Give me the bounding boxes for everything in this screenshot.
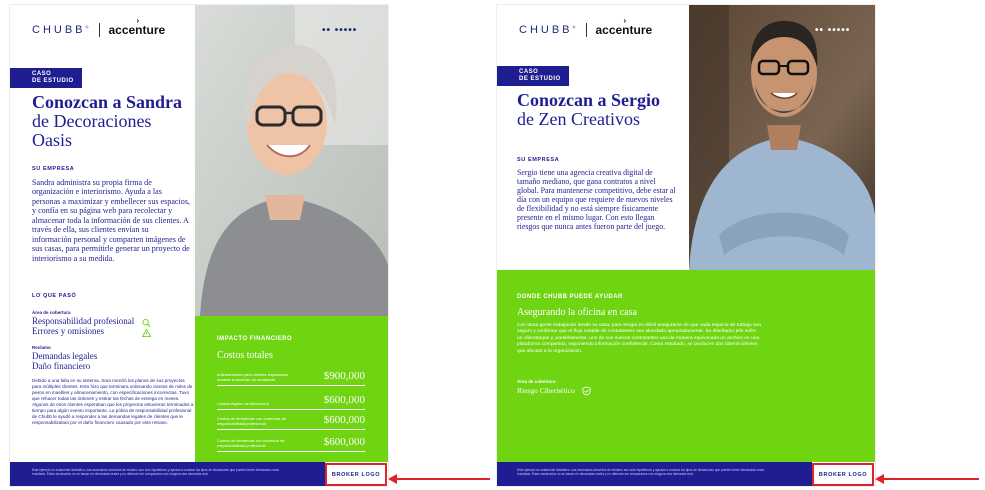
what-happened-heading: LO QUE PASÓ <box>32 293 77 299</box>
disclaimer-text: Este ejemplo es solamente ilustrativo, s… <box>32 468 280 477</box>
total-costs-heading: Costos totales <box>217 350 273 361</box>
shield-check-icon <box>582 386 591 396</box>
financial-impact-heading: IMPACTO FINANCIERO <box>217 336 293 342</box>
case-study-badge: CASO DE ESTUDIO <box>497 66 569 86</box>
case-study-page-sandra: CHUBB® › accenture •• ••••• CASO DE ESTUDI… <box>10 5 388 486</box>
logo-divider <box>586 23 588 37</box>
decorative-dots: •• ••••• <box>815 25 851 36</box>
coverage-item-cyber: Riesgo Cibernético <box>517 386 575 395</box>
magnifier-icon <box>142 318 151 327</box>
help-heading: DONDE CHUBB PUEDE AYUDAR <box>517 294 623 300</box>
stage: CHUBB® › accenture •• ••••• CASO DE ESTUDI… <box>0 0 985 490</box>
logo-divider <box>99 23 101 37</box>
broker-logo-placeholder[interactable]: BROKER LOGO <box>812 463 874 486</box>
brand-logos: CHUBB® › accenture <box>32 16 166 37</box>
disclaimer-footer: Este ejemplo es solamente ilustrativo, s… <box>10 462 325 486</box>
chubb-logo: CHUBB® <box>32 24 92 36</box>
disclaimer-footer: Este ejemplo es solamente ilustrativo, s… <box>497 462 812 486</box>
financial-impact-panel: IMPACTO FINANCIERO Costos totales Indemn… <box>195 316 388 462</box>
coverage-label: Área de cobertura <box>32 310 71 315</box>
cost-row: Costos legales de defensoría $600,000 <box>217 394 365 410</box>
brand-logos: CHUBB® › accenture <box>519 16 653 37</box>
arrow-left-icon <box>388 474 490 484</box>
chubb-logo: CHUBB® <box>519 24 579 36</box>
portrait-photo-sandra <box>195 5 388 316</box>
decorative-dots: •• ••••• <box>322 25 358 36</box>
where-chubb-helps-panel: DONDE CHUBB PUEDE AYUDAR Asegurando la o… <box>497 270 875 462</box>
portrait-photo-sergio <box>689 5 875 270</box>
company-description: Sergio tiene una agencia creativa digita… <box>517 168 676 232</box>
company-description: Sandra administra su propia firma de org… <box>32 178 190 263</box>
company-heading: SU EMPRESA <box>32 166 75 172</box>
broker-logo-placeholder[interactable]: BROKER LOGO <box>325 463 387 486</box>
case-study-badge: CASO DE ESTUDIO <box>10 68 82 88</box>
coverage-item-errors: Errores y omisiones <box>32 326 104 336</box>
accenture-logo: › accenture <box>108 16 166 37</box>
company-heading: SU EMPRESA <box>517 157 560 163</box>
cost-row: Costos de demandas sin cobertura de resp… <box>217 436 365 452</box>
disclaimer-text: Este ejemplo es solamente ilustrativo, s… <box>517 468 765 477</box>
incident-story: Debido a una falla en su sistema, Sara m… <box>32 378 194 425</box>
cost-row: Indemnización para clientes impactados d… <box>217 370 365 386</box>
accenture-logo: › accenture <box>595 16 653 37</box>
claim-label: Reclamo <box>32 345 51 350</box>
cost-row: Costos de demandas con cobertura de resp… <box>217 414 365 430</box>
page-title: Conozcan a Sergio de Zen Creativos <box>517 90 660 129</box>
warning-icon <box>142 328 151 338</box>
claim-item-damage: Daño financiero <box>32 361 91 371</box>
arrow-left-icon <box>875 474 979 484</box>
page-title: Conozcan a Sandra de Decoraciones Oasis <box>32 92 183 150</box>
case-study-page-sergio: CHUBB® › accenture •• ••••• CASO DE ESTUDI… <box>497 5 875 486</box>
coverage-label: Área de cobertura <box>517 379 556 384</box>
help-description: Con tanta gente trabajando desde su casa… <box>517 323 761 354</box>
help-subheading: Asegurando la oficina en casa <box>517 307 637 318</box>
